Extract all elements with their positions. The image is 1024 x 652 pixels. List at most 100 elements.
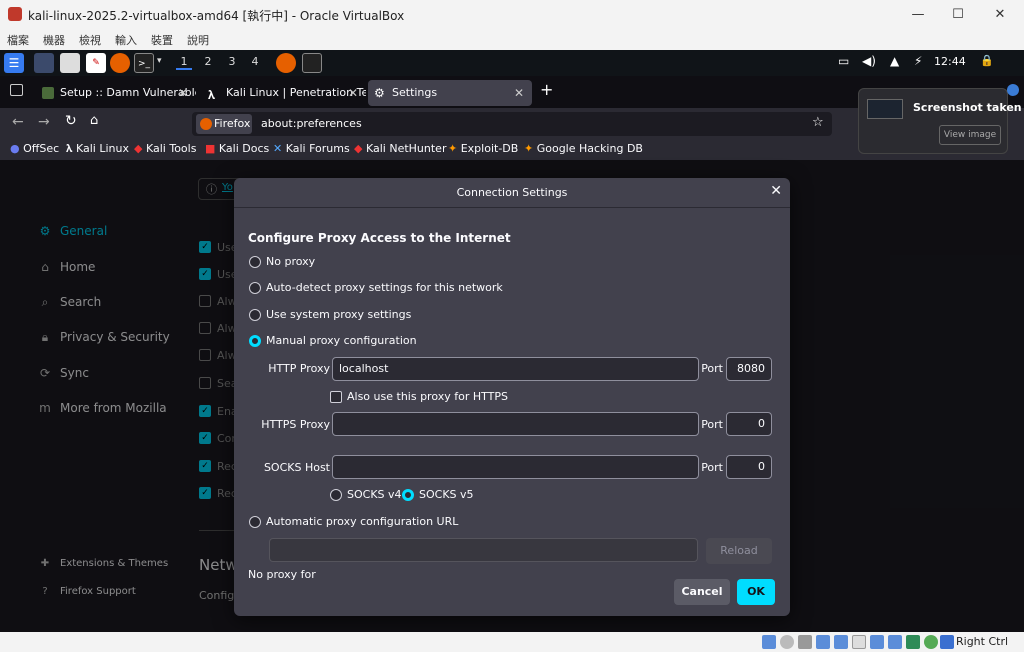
view-image-button[interactable]: View image: [939, 125, 1001, 145]
terminal-dropdown-icon[interactable]: ▾: [157, 56, 162, 66]
menu-machine[interactable]: 機器: [36, 30, 72, 50]
also-https-checkbox[interactable]: [330, 391, 342, 403]
label-manual-proxy[interactable]: Manual proxy configuration: [266, 334, 417, 347]
tab-dvwa-close-icon[interactable]: ✕: [178, 80, 188, 106]
home-icon[interactable]: ⌂: [90, 113, 98, 128]
workspace-1[interactable]: 1: [176, 55, 192, 70]
close-button[interactable]: ✕: [980, 4, 1020, 26]
radio-socks-v5[interactable]: [402, 489, 414, 501]
bookmark-kali-forums[interactable]: ✕ Kali Forums: [273, 142, 350, 155]
http-proxy-label: HTTP Proxy: [268, 362, 330, 375]
minimize-button[interactable]: —: [898, 4, 938, 26]
radio-auto-url[interactable]: [249, 516, 261, 528]
tab-settings-close-icon[interactable]: ✕: [514, 80, 524, 106]
screenshot-thumbnail-icon: [867, 99, 903, 119]
volume-icon[interactable]: ◀): [862, 54, 876, 68]
radio-socks-v4[interactable]: [330, 489, 342, 501]
text-editor-icon[interactable]: ✎: [86, 53, 106, 73]
recording-icon[interactable]: [888, 635, 902, 649]
label-system-proxy[interactable]: Use system proxy settings: [266, 308, 411, 321]
hard-disk-icon[interactable]: [762, 635, 776, 649]
bookmark-kali-linux[interactable]: 𝛌 Kali Linux: [66, 142, 129, 156]
back-arrow-icon[interactable]: ←: [12, 114, 24, 130]
screenshot-notification[interactable]: Screenshot taken View image: [858, 88, 1022, 154]
vt-x-icon[interactable]: [906, 635, 920, 649]
socks-port-input[interactable]: 0: [726, 455, 772, 479]
label-auto-detect[interactable]: Auto-detect proxy settings for this netw…: [266, 281, 503, 294]
http-proxy-input[interactable]: localhost: [332, 357, 699, 381]
tab-kali-close-icon[interactable]: ✕: [348, 80, 358, 106]
network-status-icon[interactable]: [1007, 84, 1019, 96]
firefox-icon[interactable]: [110, 53, 130, 73]
guest-additions-icon[interactable]: [924, 635, 938, 649]
bookmark-exploit-db[interactable]: ✦ Exploit-DB: [448, 142, 518, 155]
audio-icon[interactable]: [798, 635, 812, 649]
notification-bell-icon[interactable]: ▲: [890, 54, 899, 68]
bookmark-kali-nethunter[interactable]: ◆ Kali NetHunter: [354, 142, 446, 155]
new-tab-button[interactable]: +: [540, 80, 553, 99]
workspace-3[interactable]: 3: [224, 55, 240, 68]
taskbar-terminal-icon[interactable]: [302, 53, 322, 73]
optical-drive-icon[interactable]: [780, 635, 794, 649]
https-proxy-input[interactable]: [332, 412, 699, 436]
lock-icon[interactable]: 🔒: [980, 54, 994, 67]
bookmark-ghdb[interactable]: ✦ Google Hacking DB: [524, 142, 643, 155]
tab-settings[interactable]: ⚙ Settings ✕: [368, 80, 532, 106]
label-socks-v5[interactable]: SOCKS v5: [419, 488, 474, 501]
bookmark-offsec[interactable]: ● OffSec: [10, 142, 59, 155]
usb-icon[interactable]: [834, 635, 848, 649]
desktop-icon[interactable]: [34, 53, 54, 73]
network-adapter-icon[interactable]: [816, 635, 830, 649]
radio-system-proxy[interactable]: [249, 309, 261, 321]
tab-kali[interactable]: 𝛌 Kali Linux | Penetration Te ✕: [202, 80, 366, 106]
tab-overview-icon[interactable]: [10, 84, 23, 96]
url-text[interactable]: about:preferences: [261, 117, 362, 130]
display-icon[interactable]: ▭: [838, 54, 849, 68]
also-https-label[interactable]: Also use this proxy for HTTPS: [347, 390, 508, 403]
http-port-input[interactable]: 8080: [726, 357, 772, 381]
dialog-heading: Configure Proxy Access to the Internet: [248, 231, 511, 245]
mouse-integration-icon[interactable]: [940, 635, 954, 649]
radio-auto-detect[interactable]: [249, 282, 261, 294]
shared-folders-icon[interactable]: [852, 635, 866, 649]
tab-dvwa[interactable]: Setup :: Damn Vulnerable ✕: [36, 80, 196, 106]
label-no-proxy[interactable]: No proxy: [266, 255, 315, 268]
menu-help[interactable]: 說明: [180, 30, 216, 50]
taskbar-firefox-icon[interactable]: [276, 53, 296, 73]
files-icon[interactable]: [60, 53, 80, 73]
bookmark-exploit-db-label: Exploit-DB: [460, 142, 519, 155]
menu-view[interactable]: 檢視: [72, 30, 108, 50]
identity-label: Firefox: [214, 117, 251, 130]
https-port-input[interactable]: 0: [726, 412, 772, 436]
workspace-4[interactable]: 4: [247, 55, 263, 68]
label-auto-url[interactable]: Automatic proxy configuration URL: [266, 515, 458, 528]
workspace-2[interactable]: 2: [200, 55, 216, 68]
clock[interactable]: 12:44: [934, 55, 966, 68]
toast-title: Screenshot taken: [913, 101, 1022, 114]
reload-button[interactable]: Reload: [706, 538, 772, 564]
cancel-button[interactable]: Cancel: [674, 579, 730, 605]
display-settings-icon[interactable]: [870, 635, 884, 649]
forward-arrow-icon[interactable]: →: [38, 114, 50, 130]
ok-button[interactable]: OK: [737, 579, 775, 605]
bookmark-star-icon[interactable]: ☆: [812, 115, 824, 130]
radio-manual-proxy[interactable]: [249, 335, 261, 347]
bookmark-kali-tools[interactable]: ◆ Kali Tools: [134, 142, 196, 155]
ghdb-icon: ✦: [524, 142, 534, 155]
terminal-icon[interactable]: >_: [134, 53, 154, 73]
auto-url-input[interactable]: [269, 538, 698, 562]
dialog-close-icon[interactable]: ✕: [770, 183, 782, 199]
bookmark-kali-docs[interactable]: ■ Kali Docs: [205, 142, 269, 155]
menu-devices[interactable]: 裝置: [144, 30, 180, 50]
vbox-menubar: 檔案 機器 檢視 輸入 裝置 說明: [0, 30, 1024, 50]
kali-menu-icon[interactable]: ☰: [4, 53, 24, 73]
label-socks-v4[interactable]: SOCKS v4: [347, 488, 402, 501]
menu-file[interactable]: 檔案: [0, 30, 36, 50]
url-bar[interactable]: Firefox about:preferences ☆: [192, 112, 832, 136]
reload-icon[interactable]: ↻: [65, 113, 77, 129]
socks-host-input[interactable]: [332, 455, 699, 479]
maximize-button[interactable]: ☐: [938, 4, 978, 26]
radio-no-proxy[interactable]: [249, 256, 261, 268]
menu-input[interactable]: 輸入: [108, 30, 144, 50]
power-icon[interactable]: ⚡: [914, 54, 922, 68]
